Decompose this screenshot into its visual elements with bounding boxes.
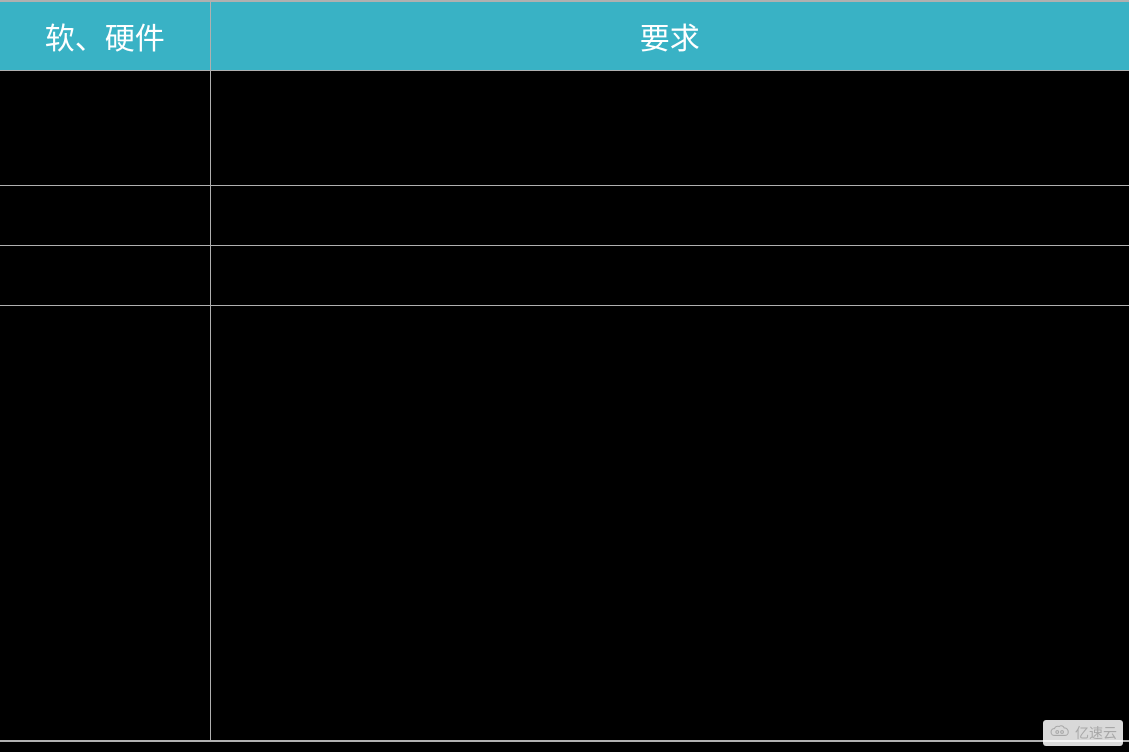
watermark-text: 亿速云 <box>1075 723 1117 743</box>
cell-category <box>0 186 210 246</box>
cell-requirement <box>210 186 1129 246</box>
cloud-icon <box>1049 724 1071 743</box>
requirements-table-container: 软、硬件 要求 <box>0 0 1129 742</box>
table-row <box>0 246 1129 306</box>
cell-requirement <box>210 71 1129 186</box>
table-row <box>0 306 1129 741</box>
table-row <box>0 71 1129 186</box>
cell-category <box>0 246 210 306</box>
cell-category <box>0 71 210 186</box>
header-requirements: 要求 <box>210 2 1129 71</box>
watermark: 亿速云 <box>1043 720 1123 746</box>
cell-requirement <box>210 306 1129 741</box>
requirements-table: 软、硬件 要求 <box>0 2 1129 742</box>
table-header-row: 软、硬件 要求 <box>0 2 1129 71</box>
header-software-hardware: 软、硬件 <box>0 2 210 71</box>
table-row <box>0 186 1129 246</box>
cell-requirement <box>210 246 1129 306</box>
cell-category <box>0 306 210 741</box>
